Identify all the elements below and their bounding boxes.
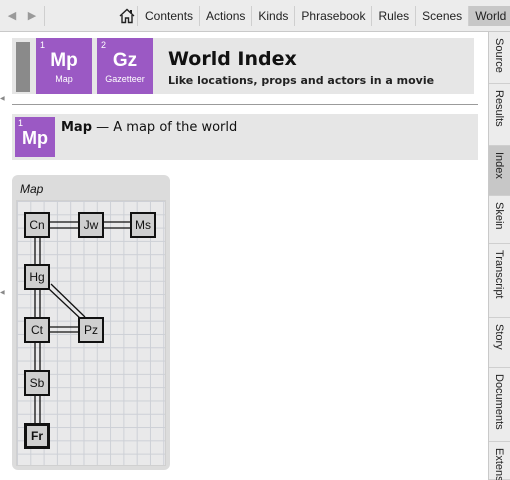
tab-documents[interactable]: Documents [489, 368, 510, 442]
tab-label: Documents [493, 374, 505, 430]
tab-label: Story [493, 324, 505, 350]
map-connections [34, 221, 130, 423]
map-room-jw[interactable]: Jw [78, 212, 104, 238]
tab-label: Source [493, 38, 505, 73]
map-room-sb[interactable]: Sb [24, 370, 50, 396]
tab-extensions[interactable]: Extensions [489, 442, 510, 480]
tab-source[interactable]: Source [489, 32, 510, 84]
tab-transcript[interactable]: Transcript [489, 244, 510, 318]
tab-label: Results [493, 90, 505, 127]
map-room-fr[interactable]: Fr [24, 423, 50, 449]
tab-index[interactable]: Index [489, 146, 510, 196]
map-room-hg[interactable]: Hg [24, 264, 50, 290]
map-room-ct[interactable]: Ct [24, 317, 50, 343]
tab-skein[interactable]: Skein [489, 196, 510, 244]
tab-label: Transcript [493, 250, 505, 299]
tab-results[interactable]: Results [489, 84, 510, 146]
map-room-ms[interactable]: Ms [130, 212, 156, 238]
tab-label: Extensions [493, 448, 505, 480]
tab-story[interactable]: Story [489, 318, 510, 368]
tab-label: Skein [493, 202, 505, 230]
map-room-pz[interactable]: Pz [78, 317, 104, 343]
map-room-cn[interactable]: Cn [24, 212, 50, 238]
tab-label: Index [493, 152, 505, 179]
side-tab-strip: Source Results Index Skein Transcript St… [488, 32, 510, 480]
